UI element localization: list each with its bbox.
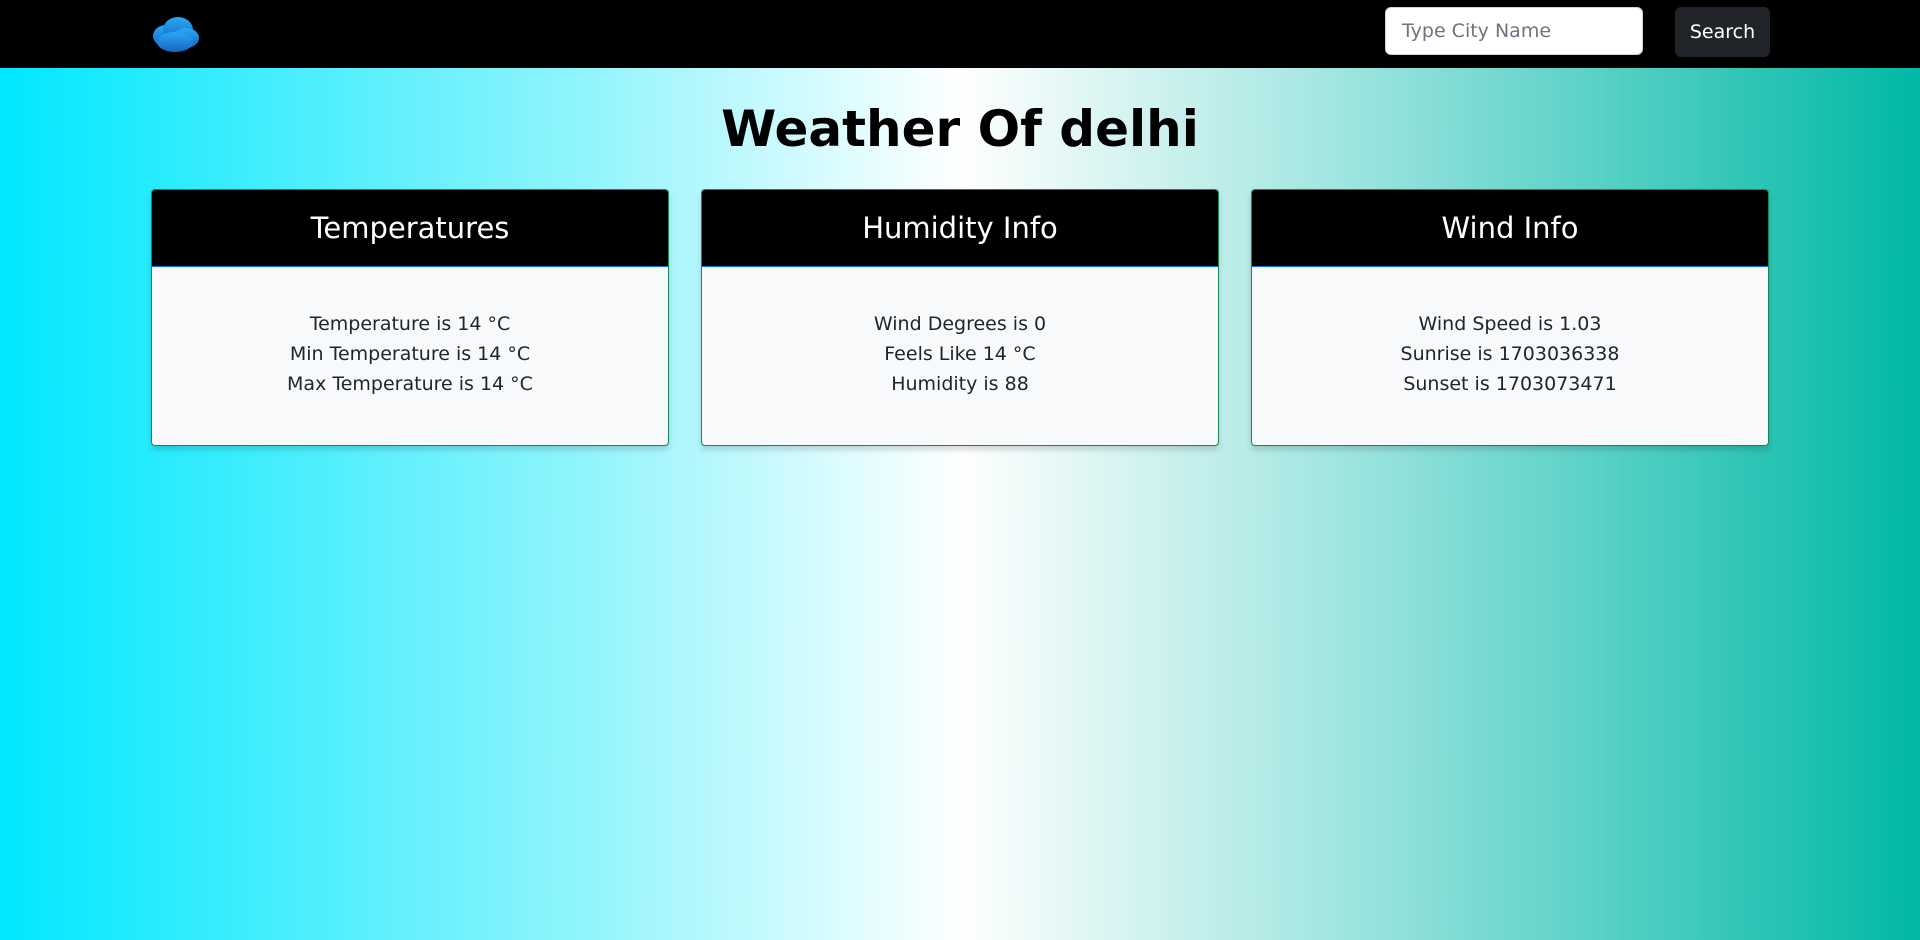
- wind-speed-text: Wind Speed is 1.03: [1418, 313, 1602, 335]
- brand-logo-link[interactable]: [148, 14, 202, 54]
- temperature-text: Temperature is 14 °C: [309, 313, 511, 335]
- max-temperature-text: Max Temperature is 14 °C: [287, 373, 533, 395]
- humidity-text: Humidity is 88: [891, 373, 1029, 395]
- search-button[interactable]: Search: [1675, 7, 1770, 57]
- navbar: Search: [0, 0, 1920, 68]
- humidity-card: Humidity Info Wind Degrees is 0 Feels Li…: [701, 189, 1219, 446]
- sunset-text: Sunset is 1703073471: [1403, 373, 1617, 395]
- cloud-icon: [153, 17, 199, 52]
- min-temperature-text: Min Temperature is 14 °C: [289, 343, 531, 365]
- card-body: Wind Degrees is 0 Feels Like 14 °C Humid…: [702, 267, 1218, 399]
- card-header: Wind Info: [1252, 190, 1768, 267]
- card-body: Temperature is 14 °C Min Temperature is …: [152, 267, 668, 399]
- card-body: Wind Speed is 1.03 Sunrise is 1703036338…: [1252, 267, 1768, 399]
- temperatures-card: Temperatures Temperature is 14 °C Min Te…: [151, 189, 669, 446]
- card-header: Temperatures: [152, 190, 668, 267]
- wind-card: Wind Info Wind Speed is 1.03 Sunrise is …: [1251, 189, 1769, 446]
- wind-degrees-text: Wind Degrees is 0: [873, 313, 1047, 335]
- sunrise-text: Sunrise is 1703036338: [1400, 343, 1620, 365]
- feels-like-text: Feels Like 14 °C: [884, 343, 1036, 365]
- page-title: Weather Of delhi: [721, 100, 1199, 158]
- search-input[interactable]: [1385, 7, 1643, 55]
- card-header: Humidity Info: [702, 190, 1218, 267]
